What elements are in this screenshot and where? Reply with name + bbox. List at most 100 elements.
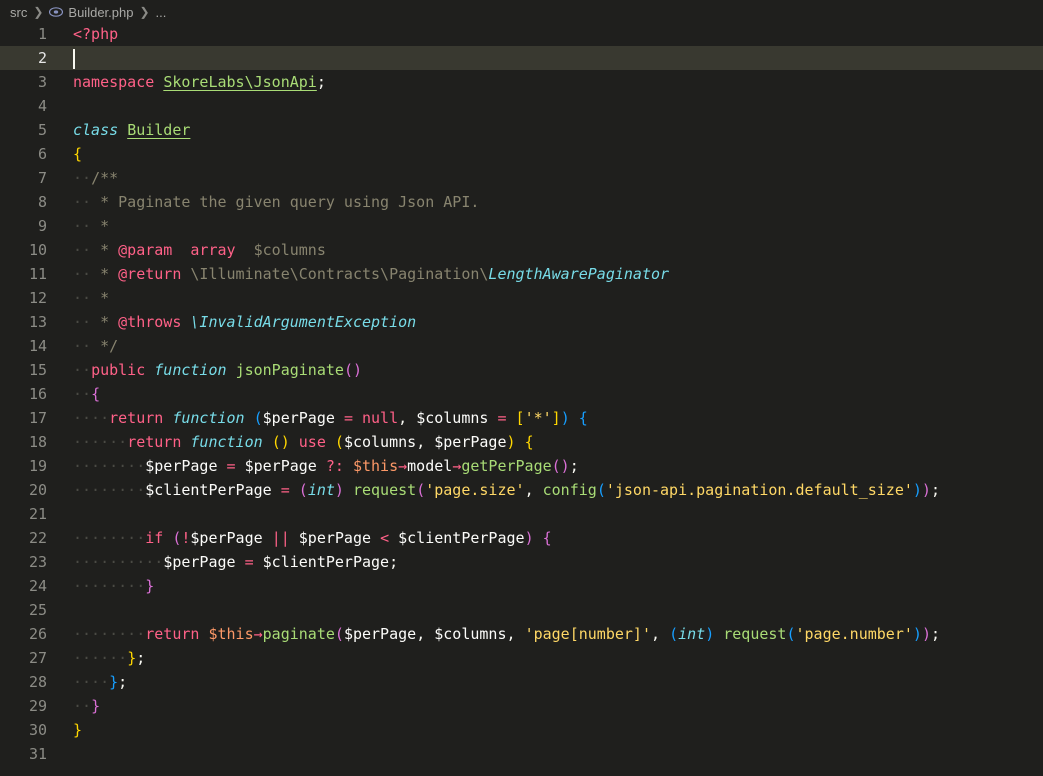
indent-guide: ·· [73,697,92,715]
code-token: $perPage [145,457,218,475]
code-token: 'page[number]' [524,625,651,643]
line-number: 19 [28,457,47,475]
code-token: = [226,457,236,475]
code-text: ··} [73,694,100,718]
line-number: 25 [28,601,47,619]
code-line[interactable]: 25 [0,598,1043,622]
code-token: * [91,241,119,259]
code-token: int [307,481,335,499]
code-token: paginate [262,625,335,643]
code-token: $perPage [298,529,372,547]
code-line[interactable]: 10 ·· * @param array $columns [0,238,1043,262]
code-line[interactable]: 4 [0,94,1043,118]
code-editor[interactable]: 1 <?php 2 3 namespace SkoreLabs\JsonApi; 4 5 cl… [0,22,1043,766]
code-line[interactable]: 22 ········if (!$perPage || $perPage < $c… [0,526,1043,550]
code-token: } [109,673,119,691]
code-token: $perPage [163,553,236,571]
breadcrumb-folder[interactable]: src [10,5,27,20]
code-line[interactable]: 28 ····}; [0,670,1043,694]
code-token: () [271,433,290,451]
code-token: <?php [73,25,119,43]
code-token: ( [334,433,344,451]
line-number: 21 [28,505,47,523]
code-text: ········if (!$perPage || $perPage < $cli… [73,526,552,550]
code-text: ··public function jsonPaginate() [73,358,362,382]
code-line[interactable]: 13 ·· * @throws \InvalidArgumentException [0,310,1043,334]
code-line[interactable]: 12 ·· * [0,286,1043,310]
code-line[interactable]: 15 ··public function jsonPaginate() [0,358,1043,382]
code-token: @throws [118,313,182,331]
code-token: namespace [73,73,155,91]
code-token: , [506,625,525,643]
code-token: ; [136,649,146,667]
code-line[interactable]: 14 ·· */ [0,334,1043,358]
chevron-right-icon: ❯ [33,5,44,19]
line-number: 24 [28,577,47,595]
code-line[interactable]: 20 ········$clientPerPage = (int) request… [0,478,1043,502]
code-line[interactable]: 23 ··········$perPage = $clientPerPage; [0,550,1043,574]
code-line[interactable]: 17 ····return function ($perPage = null, … [0,406,1043,430]
code-text: ·· * [73,214,109,238]
code-token: ; [569,457,579,475]
code-token: SkoreLabs\JsonApi [163,73,317,91]
code-token: → [452,457,462,475]
code-line[interactable]: 7 ··/** [0,166,1043,190]
breadcrumb-more[interactable]: ... [156,5,167,20]
code-line[interactable]: 11 ·· * @return \Illuminate\Contracts\Pag… [0,262,1043,286]
code-line[interactable]: 27 ······}; [0,646,1043,670]
indent-guide: ·· [73,361,92,379]
code-token: */ [91,337,119,355]
code-line[interactable]: 30} [0,718,1043,742]
code-line[interactable]: 18 ······return function () use ($columns… [0,430,1043,454]
code-line[interactable]: 1 <?php [0,22,1043,46]
code-token: ; [118,673,128,691]
line-number: 20 [28,481,47,499]
line-number: 18 [28,433,47,451]
code-text: ·· * @return \Illuminate\Contracts\Pagin… [73,262,669,286]
code-token: public [91,361,146,379]
code-token: return [145,625,200,643]
code-line[interactable]: 24 ········} [0,574,1043,598]
code-line[interactable]: 31 [0,742,1043,766]
code-line[interactable]: 29 ··} [0,694,1043,718]
breadcrumb-file[interactable]: Builder.php [49,5,133,20]
code-token: , [524,481,543,499]
code-text: ········return $this→paginate($perPage, … [73,622,940,646]
code-token: ( [416,481,426,499]
code-text: ········} [73,574,154,598]
code-token: } [145,577,155,595]
code-line[interactable]: 9 ·· * [0,214,1043,238]
code-token: { [73,145,83,163]
indent-guide: ········ [73,529,146,547]
indent-guide: ········ [73,577,146,595]
code-line[interactable]: 16 ··{ [0,382,1043,406]
code-token: 'page.size' [425,481,525,499]
code-line[interactable]: 2 [0,46,1043,70]
text-cursor [73,49,75,69]
code-line[interactable]: 19 ········$perPage = $perPage ?: $this→m… [0,454,1043,478]
code-text: ········$clientPerPage = (int) request('… [73,478,940,502]
code-text: ·· */ [73,334,118,358]
code-token: ) [524,529,534,547]
code-line[interactable]: 21 [0,502,1043,526]
code-line[interactable]: 26 ········return $this→paginate($perPage… [0,622,1043,646]
code-token: int [678,625,706,643]
code-token: array [190,241,236,259]
code-line[interactable]: 8 ·· * Paginate the given query using Jso… [0,190,1043,214]
code-token: function [154,361,227,379]
code-line[interactable]: 3 namespace SkoreLabs\JsonApi; [0,70,1043,94]
code-line[interactable]: 6{ [0,142,1043,166]
code-line[interactable]: 5 class Builder [0,118,1043,142]
